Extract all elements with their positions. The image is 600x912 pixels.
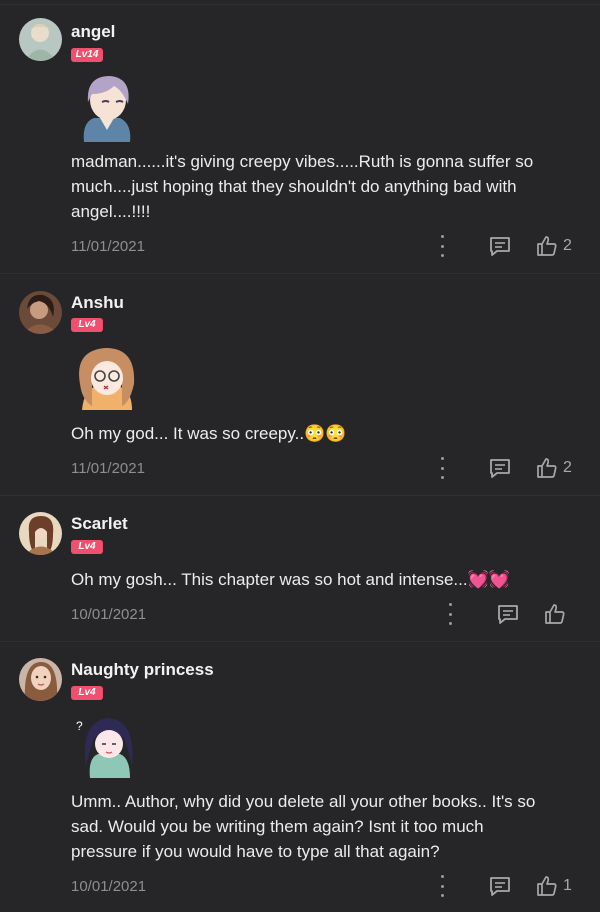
comment-date: 11/01/2021	[71, 460, 145, 477]
comment-text: Oh my god... It was so creepy..😳😳	[71, 424, 347, 443]
comment-item: Naughty princess Lv4 ? Umm.. Author, why…	[0, 642, 600, 912]
comment-reply-icon[interactable]	[489, 458, 511, 478]
level-badge: Lv4	[71, 686, 103, 700]
comment-date: 10/01/2021	[71, 878, 147, 895]
avatar[interactable]	[19, 291, 62, 334]
comment-item: Anshu Lv4 Oh my god... It was so creepy.…	[0, 274, 600, 496]
like-button[interactable]: 1	[536, 875, 572, 897]
sticker-image	[72, 72, 142, 142]
more-vertical-icon[interactable]	[445, 603, 455, 625]
like-button[interactable]	[544, 603, 571, 625]
avatar[interactable]	[19, 658, 62, 701]
sticker-image	[72, 340, 142, 410]
sticker-image: ?	[72, 708, 142, 778]
comment-reply-icon[interactable]	[489, 236, 511, 256]
like-button[interactable]: 2	[536, 457, 572, 479]
svg-text:?: ?	[76, 719, 83, 733]
comment-reply-icon[interactable]	[489, 876, 511, 896]
like-count: 1	[563, 877, 572, 894]
username[interactable]: Naughty princess	[71, 660, 214, 680]
comment-date: 10/01/2021	[71, 606, 147, 623]
username[interactable]: Scarlet	[71, 514, 128, 534]
comment-reply-icon[interactable]	[497, 604, 519, 624]
comment-text: Umm.. Author, why did you delete all you…	[71, 792, 536, 861]
comment-item: Scarlet Lv4 Oh my gosh... This chapter w…	[0, 496, 600, 642]
username[interactable]: angel	[71, 22, 115, 42]
level-badge: Lv4	[71, 318, 103, 332]
level-badge: Lv4	[71, 540, 103, 554]
avatar[interactable]	[19, 512, 62, 555]
comment-text: madman......it's giving creepy vibes....…	[71, 152, 534, 221]
comment-item: angel Lv14 madman......it's giving creep…	[0, 0, 600, 274]
avatar[interactable]	[19, 18, 62, 61]
thumbs-up-icon	[545, 604, 565, 624]
thumbs-up-icon	[537, 236, 557, 256]
more-vertical-icon[interactable]	[437, 235, 447, 257]
comment-date: 11/01/2021	[71, 238, 145, 255]
like-count: 2	[563, 459, 572, 476]
thumbs-up-icon	[537, 458, 557, 478]
like-button[interactable]: 2	[536, 235, 572, 257]
level-badge: Lv14	[71, 48, 103, 62]
username[interactable]: Anshu	[71, 293, 124, 313]
like-count: 2	[563, 237, 572, 254]
thumbs-up-icon	[537, 876, 557, 896]
more-vertical-icon[interactable]	[437, 457, 447, 479]
more-vertical-icon[interactable]	[437, 875, 447, 897]
comment-text: Oh my gosh... This chapter was so hot an…	[71, 570, 510, 589]
